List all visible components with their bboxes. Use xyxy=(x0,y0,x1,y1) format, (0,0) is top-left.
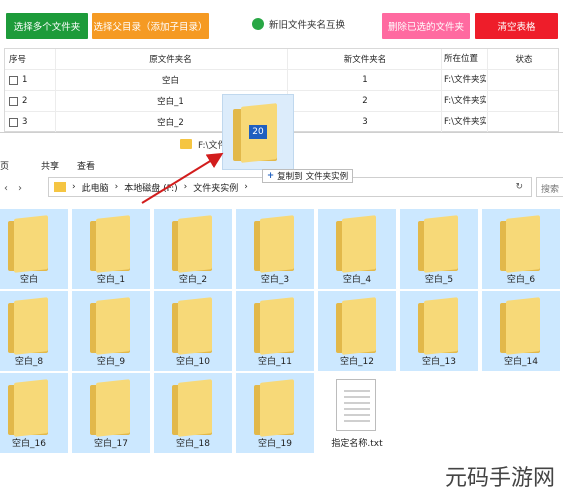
watermark: 元码手游网 xyxy=(444,466,555,491)
arrow-annotation-icon xyxy=(141,152,224,204)
